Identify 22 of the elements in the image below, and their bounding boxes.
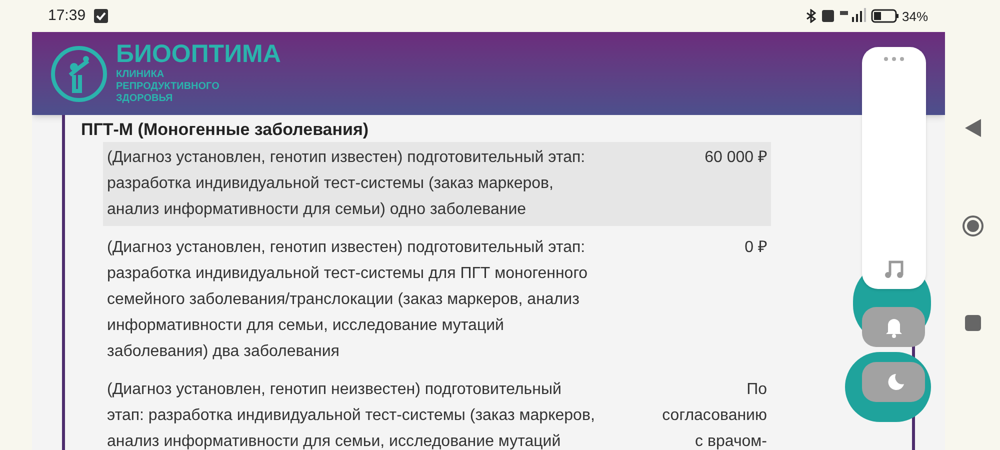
battery-icon bbox=[871, 9, 899, 23]
service-price: По согласованию с врачом- bbox=[662, 380, 767, 450]
home-icon[interactable] bbox=[962, 215, 984, 237]
service-description: (Диагноз установлен, генотип неизвестен) подготовительный этап: разработка индивидуальной тест-системы (заказ маркеров, анализ информативности для семьи, исследование мутаций bbox=[107, 380, 596, 450]
bell-icon bbox=[884, 316, 904, 338]
service-price: 0 ₽ bbox=[744, 238, 767, 258]
service-description: (Диагноз установлен, генотип известен) подготовительный этап: разработка индивидуальной тест-системы для ПГТ моногенного семейного заболевания/транслокации (заказ маркеров, анализ информативности для семьи, исследование мутаций заболевания) два заболевания bbox=[107, 238, 589, 362]
back-icon[interactable] bbox=[964, 119, 980, 137]
bluetooth-icon bbox=[806, 9, 816, 23]
more-icon[interactable] bbox=[884, 57, 904, 61]
brand-subtitle: КЛИНИКА РЕПРОДУКТИВНОГО ЗДОРОВЬЯ bbox=[116, 69, 220, 105]
status-time: 17:39 bbox=[48, 6, 86, 26]
battery-level: 34% bbox=[902, 8, 928, 26]
music-note-icon[interactable] bbox=[884, 259, 904, 279]
checkbox-icon bbox=[94, 9, 108, 23]
recents-icon[interactable] bbox=[964, 315, 980, 331]
brand-name: БИООПТИМА bbox=[116, 42, 281, 67]
service-price: 60 000 ₽ bbox=[704, 148, 767, 168]
section-title: ПГТ-М (Моногенные заболевания) bbox=[81, 119, 370, 141]
night-mode-menu[interactable] bbox=[862, 362, 925, 402]
mute-menu[interactable] bbox=[862, 307, 925, 347]
service-description: (Диагноз установлен, генотип известен) подготовительный этап: разработка индивидуальной тест-системы (заказ маркеров, анализ информативности для семьи) одно заболевание bbox=[107, 148, 586, 220]
